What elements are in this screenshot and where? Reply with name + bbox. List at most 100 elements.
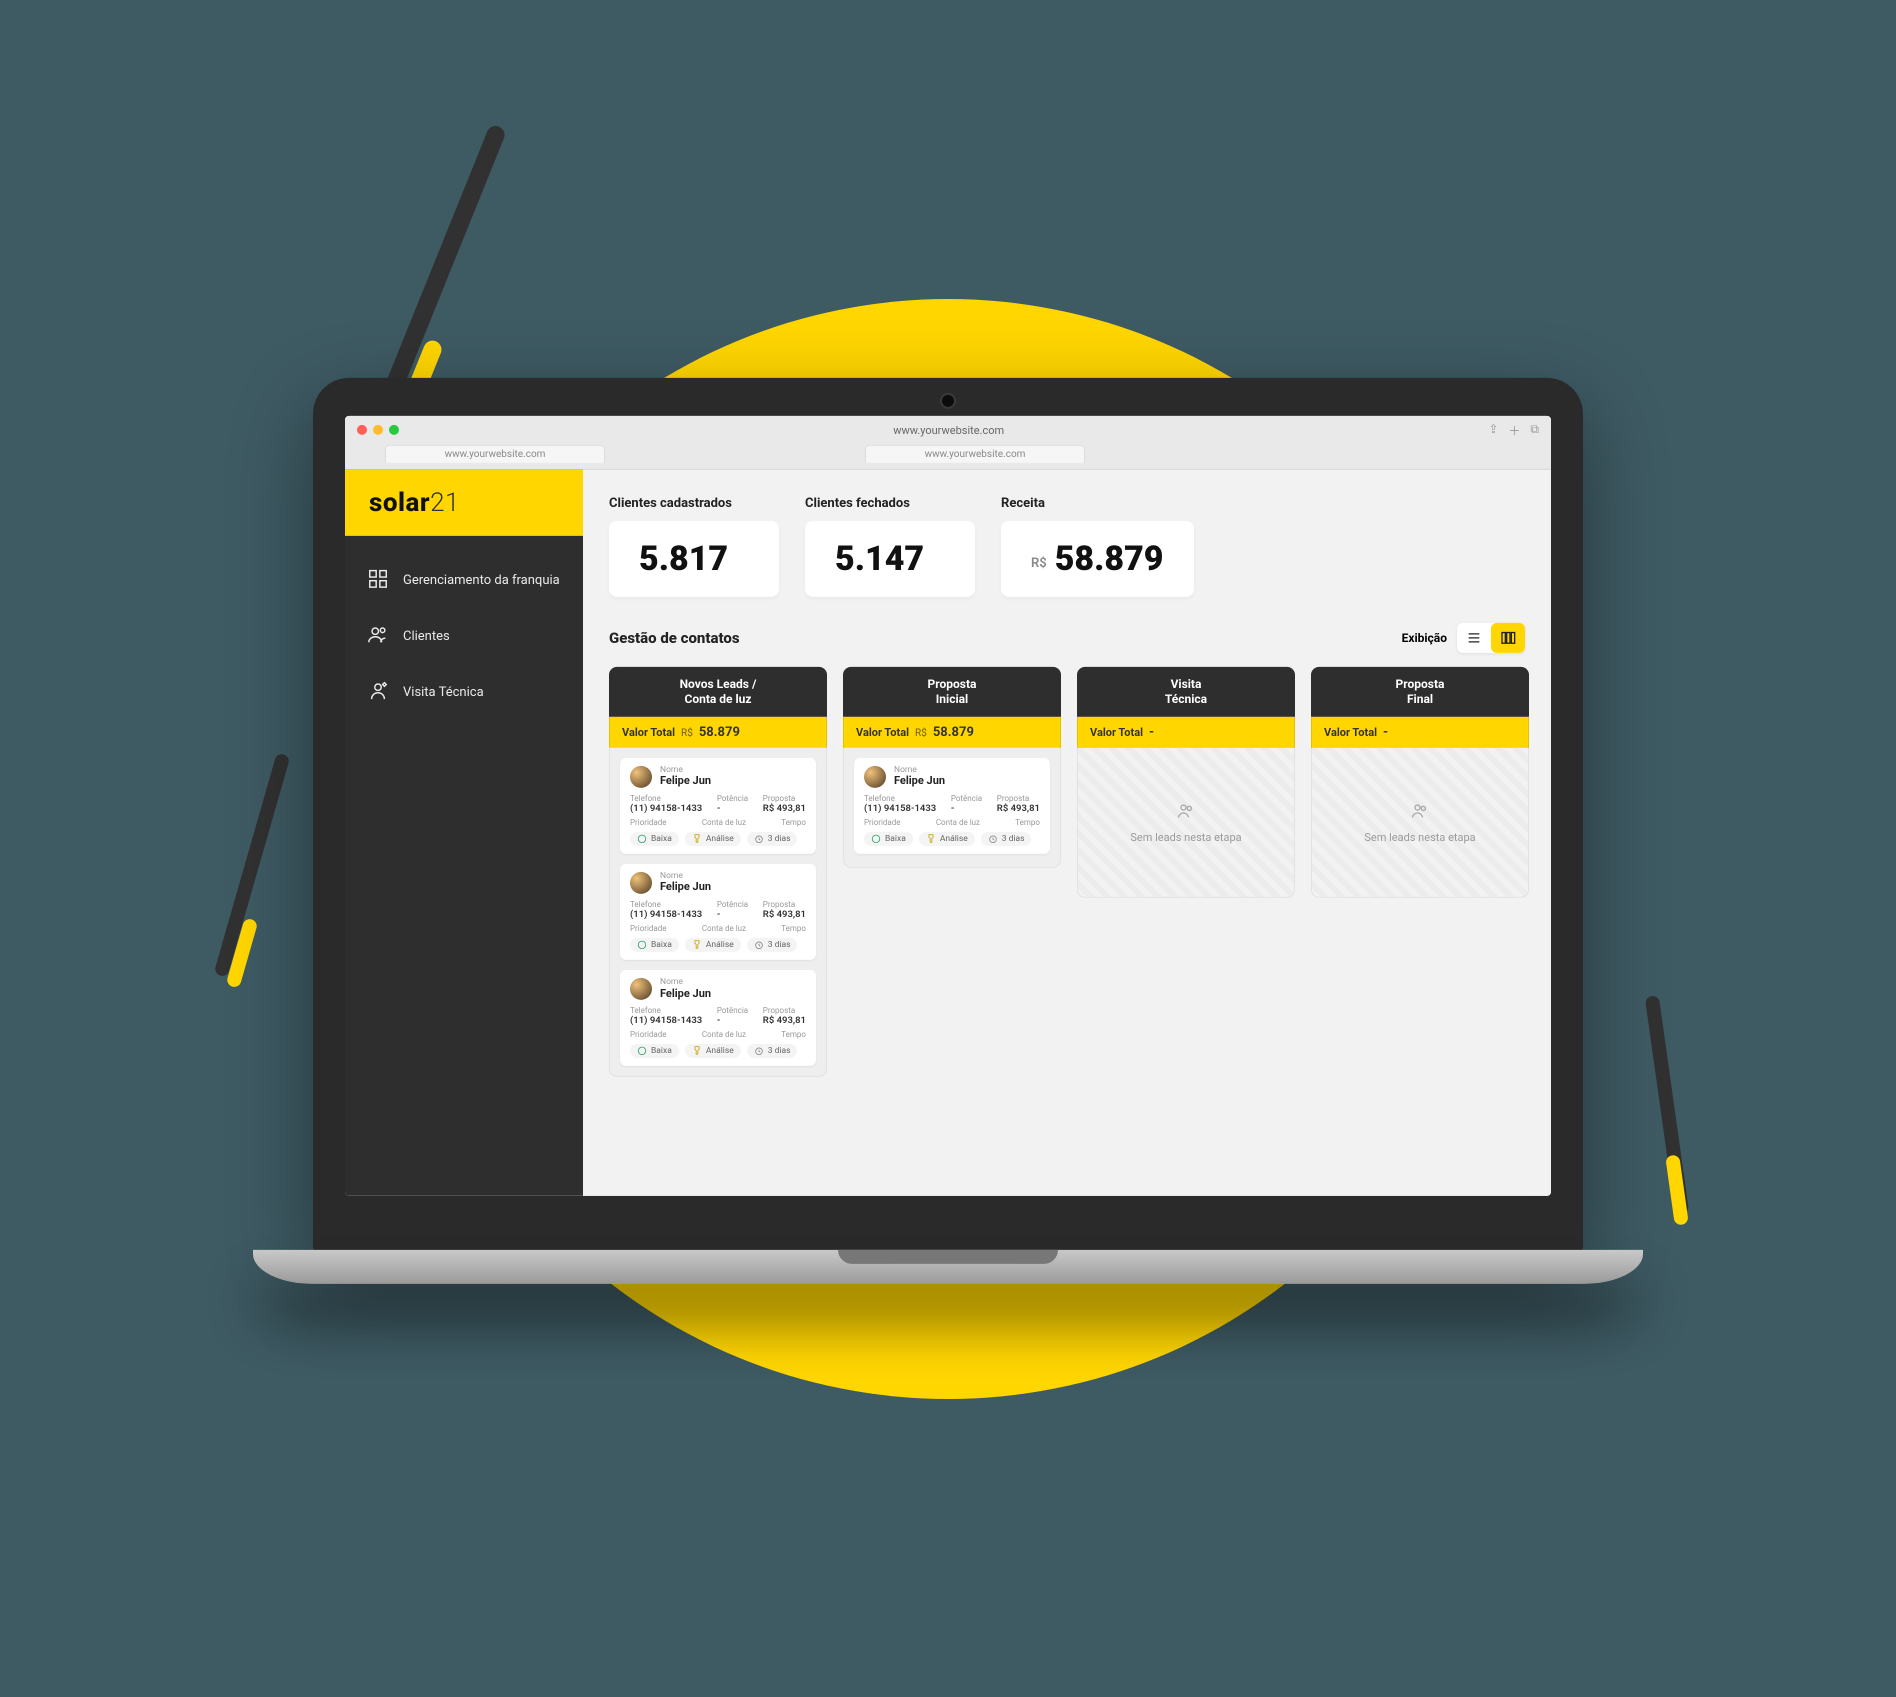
browser-tab[interactable]: www.yourwebsite.com <box>865 444 1085 462</box>
priority-chip: Baixa <box>630 832 679 846</box>
bill-chip: Análise <box>685 938 741 952</box>
main-content: Clientes cadastrados 5.817 Clientes fech… <box>583 469 1551 1195</box>
browser-chrome: www.yourwebsite.com ⇪ ＋ ⧉ www.yourwebsit… <box>345 415 1551 469</box>
field-label: Prioridade <box>630 1030 667 1040</box>
sidebar-item[interactable]: Gerenciamento da franquia <box>345 553 583 607</box>
browser-tab[interactable]: www.yourwebsite.com <box>385 444 605 462</box>
lead-proposal: R$ 493,81 <box>763 803 806 814</box>
plus-icon[interactable]: ＋ <box>1508 421 1520 438</box>
kanban-column: PropostaInicial Valor Total R$58.879 Nom… <box>843 666 1061 867</box>
kpi-value: 5.817 <box>639 538 728 578</box>
share-icon[interactable]: ⇪ <box>1488 421 1498 438</box>
field-label: Nome <box>894 766 945 775</box>
field-label: Telefone <box>630 1006 702 1016</box>
field-label: Conta de luz <box>702 1030 746 1040</box>
field-label: Tempo <box>1015 818 1040 828</box>
field-label: Prioridade <box>630 924 667 934</box>
column-header: Novos Leads /Conta de luz <box>609 666 827 716</box>
kpi-value: 5.147 <box>835 538 924 578</box>
kpi: Clientes cadastrados 5.817 <box>609 495 779 596</box>
kpi: Clientes fechados 5.147 <box>805 495 975 596</box>
kpi-prefix: R$ <box>1031 555 1047 570</box>
field-label: Proposta <box>763 793 806 803</box>
field-label: Prioridade <box>630 818 667 828</box>
lead-name: Felipe Jun <box>660 986 711 999</box>
field-label: Telefone <box>864 793 936 803</box>
sidebar: solar21 Gerenciamento da franquia Cliente… <box>345 469 583 1195</box>
field-label: Proposta <box>997 793 1040 803</box>
kpi-label: Clientes fechados <box>805 495 975 510</box>
lead-name: Felipe Jun <box>894 774 945 787</box>
sidebar-item-label: Gerenciamento da franquia <box>403 573 560 588</box>
kpi-box: 5.817 <box>609 520 779 596</box>
lead-name: Felipe Jun <box>660 774 711 787</box>
bill-chip: Análise <box>919 832 975 846</box>
column-body: Sem leads nesta etapa <box>1311 747 1529 897</box>
avatar <box>630 978 652 1000</box>
field-label: Conta de luz <box>702 818 746 828</box>
column-total: Valor Total - <box>1311 716 1529 747</box>
column-total: Valor Total R$58.879 <box>843 716 1061 747</box>
lead-phone: (11) 94158-1433 <box>630 909 702 920</box>
kpi: Receita R$ 58.879 <box>1001 495 1194 596</box>
camera-dot <box>942 394 954 406</box>
maximize-icon[interactable] <box>389 425 399 435</box>
field-label: Conta de luz <box>936 818 980 828</box>
lead-card[interactable]: Nome Felipe Jun Telefone(11) 94158-1433 … <box>854 757 1050 853</box>
field-label: Tempo <box>781 924 806 934</box>
column-header: PropostaFinal <box>1311 666 1529 716</box>
time-chip: 3 dias <box>747 938 798 952</box>
minimize-icon[interactable] <box>373 425 383 435</box>
column-body: Sem leads nesta etapa <box>1077 747 1295 897</box>
close-icon[interactable] <box>357 425 367 435</box>
field-label: Nome <box>660 872 711 881</box>
lead-phone: (11) 94158-1433 <box>864 803 936 814</box>
lead-phone: (11) 94158-1433 <box>630 1015 702 1026</box>
lead-power: - <box>717 803 748 814</box>
field-label: Potência <box>951 793 982 803</box>
brand-bold: solar <box>369 487 430 517</box>
empty-text: Sem leads nesta etapa <box>1364 830 1475 843</box>
sidebar-item[interactable]: Clientes <box>345 609 583 663</box>
column-body: Nome Felipe Jun Telefone(11) 94158-1433 … <box>843 747 1061 867</box>
time-chip: 3 dias <box>747 1044 798 1058</box>
kpi-label: Clientes cadastrados <box>609 495 779 510</box>
field-label: Telefone <box>630 900 702 910</box>
kpi-value: 58.879 <box>1055 538 1164 578</box>
view-toggle <box>1457 622 1525 652</box>
kpi-box: R$ 58.879 <box>1001 520 1194 596</box>
view-list-button[interactable] <box>1457 622 1491 652</box>
kanban-column: PropostaFinal Valor Total - Sem leads ne… <box>1311 666 1529 897</box>
column-total: Valor Total - <box>1077 716 1295 747</box>
users-icon <box>1176 800 1196 820</box>
nav-icon <box>367 567 389 593</box>
sidebar-item-label: Clientes <box>403 629 450 644</box>
sidebar-item[interactable]: Visita Técnica <box>345 665 583 719</box>
brand-logo[interactable]: solar21 <box>345 469 583 535</box>
avatar <box>864 765 886 787</box>
field-label: Nome <box>660 766 711 775</box>
priority-chip: Baixa <box>630 938 679 952</box>
lead-card[interactable]: Nome Felipe Jun Telefone(11) 94158-1433 … <box>620 864 816 960</box>
sidebar-item-label: Visita Técnica <box>403 685 484 700</box>
field-label: Tempo <box>781 1030 806 1040</box>
kanban-column: Novos Leads /Conta de luz Valor Total R$… <box>609 666 827 1077</box>
field-label: Potência <box>717 900 748 910</box>
browser-controls[interactable]: ⇪ ＋ ⧉ <box>1488 421 1539 438</box>
lead-card[interactable]: Nome Felipe Jun Telefone(11) 94158-1433 … <box>620 970 816 1066</box>
lead-card[interactable]: Nome Felipe Jun Telefone(11) 94158-1433 … <box>620 757 816 853</box>
field-label: Conta de luz <box>702 924 746 934</box>
kanban-column: VisitaTécnica Valor Total - Sem leads ne… <box>1077 666 1295 897</box>
field-label: Telefone <box>630 793 702 803</box>
priority-chip: Baixa <box>630 1044 679 1058</box>
nav-icon <box>367 623 389 649</box>
field-label: Potência <box>717 793 748 803</box>
window-controls[interactable] <box>357 425 399 435</box>
column-total: Valor Total R$58.879 <box>609 716 827 747</box>
view-kanban-button[interactable] <box>1491 622 1525 652</box>
lead-power: - <box>717 909 748 920</box>
list-icon <box>1466 629 1482 645</box>
column-body: Nome Felipe Jun Telefone(11) 94158-1433 … <box>609 747 827 1077</box>
screen: www.yourwebsite.com ⇪ ＋ ⧉ www.yourwebsit… <box>345 415 1551 1195</box>
tabs-icon[interactable]: ⧉ <box>1530 421 1539 438</box>
